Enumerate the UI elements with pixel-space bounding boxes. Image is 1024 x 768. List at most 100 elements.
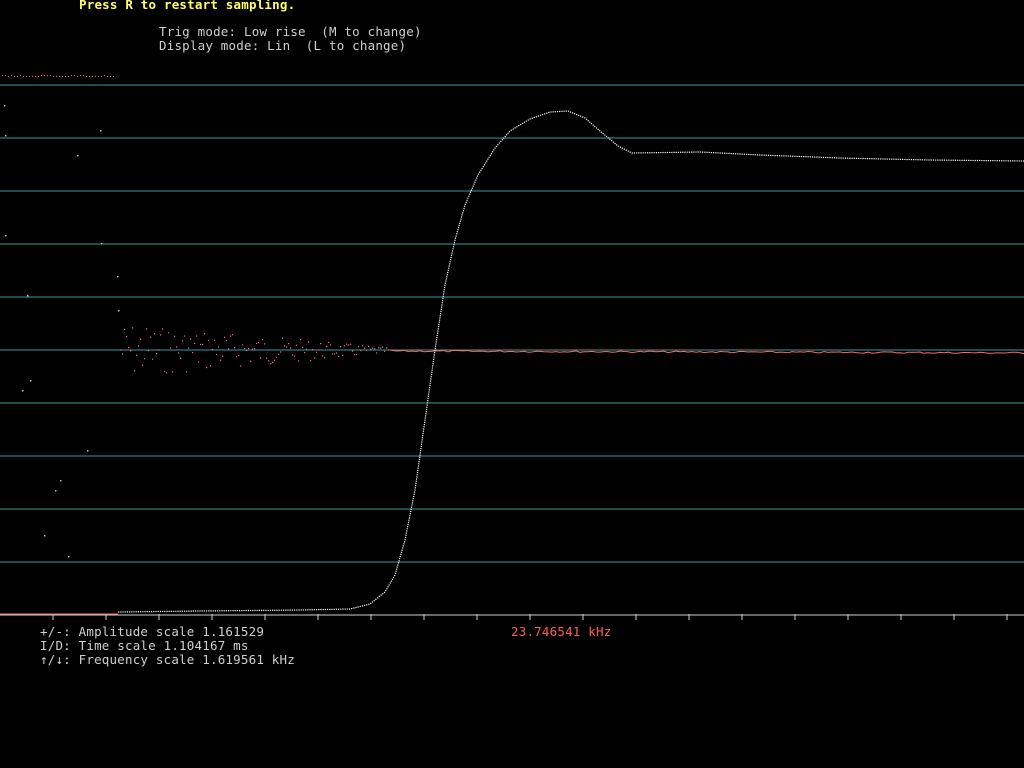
spectrum-dot [122,353,124,355]
spectrum-dot [77,76,78,77]
sample-dot [117,276,119,278]
spectrum-dot [258,342,260,344]
sample-dot [68,556,70,558]
spectrum-dot [300,339,302,341]
spectrum-dot [382,346,384,348]
spectrum-dot [196,335,198,337]
spectrum-dot [166,372,168,374]
spectrum-dot [288,343,290,345]
spectrum-dot [246,349,248,352]
spectrum-dot [134,370,136,372]
spectrum-dot [284,345,286,347]
spectrum-dot [230,335,232,337]
spectrum-dot [364,347,366,349]
spectrum-dot [83,75,84,76]
spectrum-dot [316,351,318,353]
spectrum-dot [232,334,234,336]
sample-dot [55,490,57,492]
spectrum-dot [35,76,36,77]
spectrum-dot [266,357,268,359]
spectrum-dot [124,328,126,330]
spectrum-dot [120,349,122,351]
spectrum-dot [198,361,200,363]
spectrum-dot [362,345,364,347]
time-scale-label: I/D: Time scale 1.104167 ms [40,638,249,653]
spectrum-dot [158,349,160,351]
spectrum-dot [142,364,144,366]
spectrum-dot [248,348,250,350]
spectrum-dot [186,371,188,373]
spectrum-dot [276,356,278,358]
spectrum-dot [308,341,310,343]
spectrum-dot [206,367,208,369]
spectrum-dot [23,76,24,77]
spectrum-dot [47,75,48,76]
spectrum-dot [240,365,242,367]
spectrum-dot [32,76,33,77]
sample-dot [118,310,120,312]
spectrum-dot [152,358,154,360]
spectrum-dot [322,355,324,357]
sample-dot [30,380,32,382]
spectrum-dot [292,354,294,356]
signal-waveform [117,110,1024,613]
spectrum-dot [29,76,30,77]
spectrum-dot [200,343,202,346]
spectrum-dot [238,355,240,357]
spectrum-dot [350,343,352,345]
spectrum-dot [160,334,162,336]
spectrum-dot [312,349,314,351]
spectrum-dot [107,76,108,77]
amplitude-scale-label: +/-: Amplitude scale 1.161529 [40,624,265,639]
frequency-readout: 23.746541 kHz [511,624,612,639]
spectrum-dot [328,341,330,343]
spectrum-dot [136,354,138,356]
spectrum-dot [318,349,320,351]
spectrum-dot [176,346,178,348]
spectrum-dot [294,355,296,357]
spectrum-dot [262,339,264,341]
spectrum-dot [348,344,350,346]
spectrum-dot [68,76,69,77]
spectrum-dot [194,342,196,344]
spectrum-dot [354,354,356,356]
spectrum-dot [154,333,156,335]
spectrum-dot [360,349,362,352]
spectrum-dot [290,347,292,349]
spectrum-dot [210,365,212,367]
spectrum-dot [352,350,354,352]
spectrum-dot [338,355,340,357]
spectrum-dot [220,359,222,361]
spectrum-dot [190,338,192,340]
spectrum-dot [180,357,182,359]
spectrum-dot [208,339,210,341]
spectrum-line [389,349,1024,355]
spectrum-dot [306,348,308,350]
spectrum-dot [320,343,322,345]
sample-dot [100,130,102,132]
spectrum-dot [17,76,18,77]
spectrum-dot [224,336,226,338]
spectrum-dot [204,333,206,335]
spectrum-dot [228,348,230,350]
spectrum-dot [218,346,220,348]
spectrum-dot [168,332,170,334]
spectrum-dot [148,349,150,352]
spectrum-dot [192,352,194,354]
spectrum-dot [326,345,328,348]
spectrum-dot [342,354,344,356]
spectrum-dot [260,357,262,359]
spectrum-dot [270,363,272,365]
spectrum-dot [65,76,66,77]
spectrum-dot [110,76,111,77]
spectrum-dot [376,352,378,354]
spectrum-dot [386,347,388,349]
sample-dot [22,390,24,392]
spectrum-dot [340,346,342,348]
spectrum-dot [374,348,376,350]
spectrum-dot [38,76,39,77]
spectrum-dot [304,351,306,354]
spectrum-dot [62,76,63,77]
spectrum-dot [92,76,93,77]
sample-dot [4,105,6,107]
